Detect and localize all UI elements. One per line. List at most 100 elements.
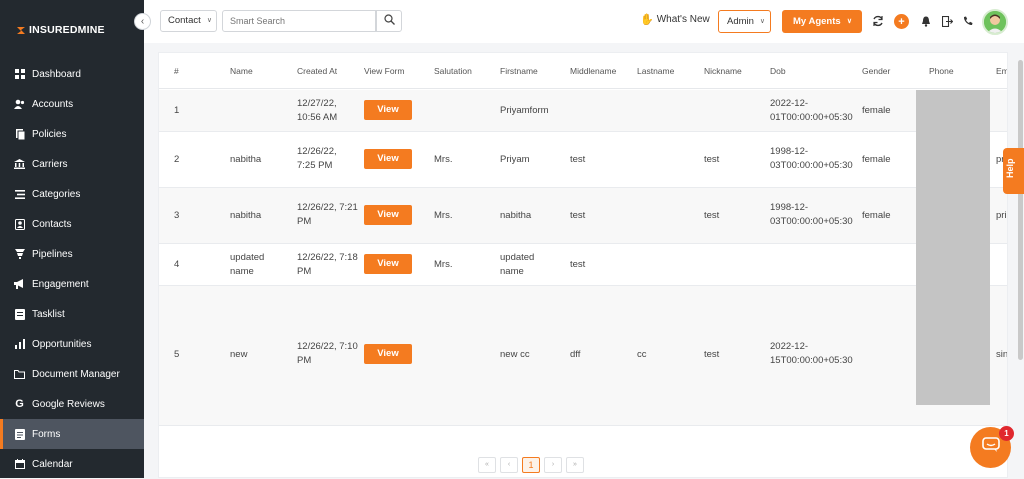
sidebar-item-opportunities[interactable]: Opportunities (0, 329, 144, 359)
pipelines-icon (14, 249, 25, 260)
sidebar-item-label: Dashboard (32, 68, 81, 80)
col-header-created-at[interactable]: Created At (297, 66, 337, 76)
my-agents-label: My Agents (793, 16, 841, 27)
sidebar-item-accounts[interactable]: Accounts (0, 89, 144, 119)
cell-gender: female (862, 105, 891, 116)
next-page-button[interactable]: › (544, 457, 562, 473)
brand-logo[interactable]: INSUREDMINE (16, 24, 105, 36)
cell-dob: 2022-12- 01T00:00:00+05:30 (770, 98, 853, 123)
col-header-lastname[interactable]: Lastname (637, 66, 674, 76)
first-page-button[interactable]: « (478, 457, 496, 473)
sidebar-item-document-manager[interactable]: Document Manager (0, 359, 144, 389)
cell-name: updated name (230, 252, 265, 277)
megaphone-icon (14, 279, 25, 290)
vertical-scrollbar[interactable] (1018, 60, 1023, 360)
cell-firstname: new cc (500, 349, 530, 360)
last-page-button[interactable]: » (566, 457, 584, 473)
role-select[interactable]: Admin ∨ (718, 10, 771, 33)
cell-gender: female (862, 210, 891, 221)
cell-firstname: Priyamform (500, 105, 549, 116)
cell-middlename: test (570, 154, 586, 165)
sidebar-item-forms[interactable]: Forms (0, 419, 144, 449)
cell-email: pri (996, 210, 1007, 221)
whats-new-link[interactable]: ✋ What's New (640, 13, 710, 26)
col-header-nickname[interactable]: Nickname (704, 66, 742, 76)
google-icon: G (15, 398, 24, 410)
cell-gender: female (862, 154, 891, 165)
collapse-sidebar-button[interactable]: ‹ (134, 13, 151, 30)
sidebar-item-tasklist[interactable]: Tasklist (0, 299, 144, 329)
contacts-icon (14, 218, 25, 230)
sidebar-item-categories[interactable]: Categories (0, 179, 144, 209)
col-header-firstname[interactable]: Firstname (500, 66, 538, 76)
search-scope-select[interactable]: Contact ∨ (160, 10, 217, 32)
chevron-down-icon: ∨ (206, 17, 212, 24)
chat-notification-badge: 1 (999, 426, 1014, 441)
refresh-icon[interactable] (871, 14, 885, 28)
view-form-button[interactable]: View (364, 205, 412, 225)
my-agents-button[interactable]: My Agents ∨ (782, 10, 862, 33)
cell-dob: 2022-12- 15T00:00:00+05:30 (770, 341, 853, 366)
tasklist-icon (14, 308, 25, 320)
search-input[interactable] (222, 10, 376, 32)
sidebar-item-label: Categories (32, 188, 81, 200)
sidebar-item-calendar[interactable]: Calendar (0, 449, 144, 479)
add-icon[interactable]: + (894, 14, 909, 29)
cell-dob: 1998-12- 03T00:00:00+05:30 (770, 146, 853, 171)
cell-created-at: 12/26/22, 7:18 PM (297, 252, 358, 277)
sidebar-item-engagement[interactable]: Engagement (0, 269, 144, 299)
phone-icon[interactable] (961, 14, 975, 28)
cell-number: 5 (174, 349, 180, 360)
sidebar-item-label: Pipelines (32, 248, 73, 260)
page-button-current[interactable]: 1 (522, 457, 540, 473)
sidebar-item-dashboard[interactable]: Dashboard (0, 59, 144, 89)
col-header-middlename[interactable]: Middlename (570, 66, 616, 76)
col-header-phone[interactable]: Phone (929, 66, 954, 76)
sidebar-item-carriers[interactable]: Carriers (0, 149, 144, 179)
help-tab[interactable]: Help (1003, 148, 1024, 194)
sidebar-item-pipelines[interactable]: Pipelines (0, 239, 144, 269)
cell-email: sin (996, 349, 1008, 360)
view-form-button[interactable]: View (364, 344, 412, 364)
col-header-gender[interactable]: Gender (862, 66, 890, 76)
search-button[interactable] (376, 10, 402, 32)
bell-icon[interactable] (919, 14, 933, 28)
cell-salutation: Mrs. (434, 210, 453, 221)
col-header-view-form: View Form (364, 66, 405, 76)
top-bar: Contact ∨ ✋ What's New Admin ∨ My Agents… (144, 0, 1024, 43)
sidebar-item-policies[interactable]: Policies (0, 119, 144, 149)
view-form-button[interactable]: View (364, 100, 412, 120)
cell-firstname: Priyam (500, 154, 530, 165)
col-header-name[interactable]: Name (230, 66, 253, 76)
col-header-dob[interactable]: Dob (770, 66, 786, 76)
logout-icon[interactable] (940, 14, 954, 28)
folder-icon (14, 369, 25, 380)
cell-middlename: test (570, 210, 586, 221)
view-form-button[interactable]: View (364, 254, 412, 274)
sidebar-item-label: Google Reviews (32, 398, 105, 410)
pagination: « ‹ 1 › » (478, 457, 584, 473)
waving-hand-icon: ✋ (640, 14, 654, 26)
cell-number: 3 (174, 210, 180, 221)
policies-icon (14, 128, 25, 140)
categories-icon (14, 189, 25, 200)
col-header-email[interactable]: Em (996, 66, 1007, 76)
table-row: 4 updated name 12/26/22, 7:18 PM View Mrs.… (159, 244, 1007, 286)
sidebar-item-label: Accounts (32, 98, 74, 110)
table-row: 2 nabitha 12/26/22, 7:25 PM View Mrs. Pri… (159, 132, 1007, 188)
sidebar-item-label: Engagement (32, 278, 89, 290)
col-header-salutation[interactable]: Salutation (434, 66, 472, 76)
sidebar: INSUREDMINE Dashboard Accounts Policies … (0, 0, 144, 478)
sidebar-item-label: Forms (32, 428, 61, 440)
cell-firstname: updated name (500, 252, 535, 277)
cell-nickname: test (704, 210, 720, 221)
user-avatar[interactable] (982, 9, 1008, 35)
role-value: Admin (727, 16, 754, 27)
prev-page-button[interactable]: ‹ (500, 457, 518, 473)
brand-name: INSUREDMINE (29, 24, 105, 36)
sidebar-item-contacts[interactable]: Contacts (0, 209, 144, 239)
cell-dob: 1998-12- 03T00:00:00+05:30 (770, 202, 853, 227)
sidebar-item-google-reviews[interactable]: G Google Reviews (0, 389, 144, 419)
view-form-button[interactable]: View (364, 149, 412, 169)
cell-number: 2 (174, 154, 180, 165)
